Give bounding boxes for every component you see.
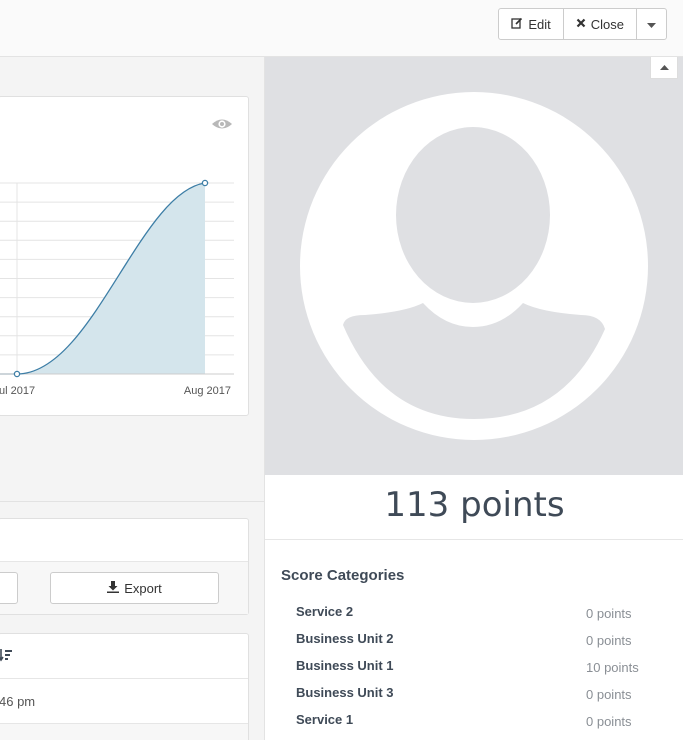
edit-icon <box>511 17 523 32</box>
left-column: ul 2017 Aug 2017 Export 46 pm <box>0 57 264 740</box>
list-item: Business Unit 1 10 points <box>296 658 646 685</box>
export-label: Export <box>124 580 162 596</box>
row-time: 46 pm <box>0 694 36 709</box>
default-user-avatar-icon <box>300 92 648 440</box>
category-score: 0 points <box>586 633 632 648</box>
category-score: 0 points <box>586 687 632 702</box>
category-name: Service 2 <box>296 604 354 619</box>
data-point <box>201 179 209 187</box>
section-divider <box>0 501 264 502</box>
points-divider <box>265 539 683 540</box>
edit-button[interactable]: Edit <box>499 9 564 39</box>
points-history-chart-panel: ul 2017 Aug 2017 <box>0 96 249 416</box>
category-score: 0 points <box>586 714 632 729</box>
export-button[interactable]: Export <box>50 572 219 604</box>
score-categories-title: Score Categories <box>281 567 405 584</box>
table-row-stub <box>0 724 248 740</box>
profile-column: 113 points Score Categories Service 2 0 p… <box>264 57 683 740</box>
more-actions-dropdown-button[interactable] <box>637 9 666 39</box>
export-panel-body: Export <box>0 562 248 614</box>
category-name: Business Unit 3 <box>296 685 394 700</box>
action-button-group: Edit Close <box>498 8 667 40</box>
category-name: Service 1 <box>296 712 354 727</box>
collapse-button[interactable] <box>650 57 678 79</box>
export-panel: Export <box>0 518 249 615</box>
close-label: Close <box>590 16 624 32</box>
edit-label: Edit <box>528 16 551 32</box>
eye-icon[interactable] <box>211 117 233 136</box>
caret-down-icon <box>647 17 656 32</box>
partial-button[interactable] <box>0 572 18 604</box>
points-chart: ul 2017 Aug 2017 <box>0 179 234 397</box>
category-score: 0 points <box>586 606 632 621</box>
close-icon <box>576 17 586 31</box>
x-tick-label: ul 2017 <box>0 385 35 397</box>
activity-table-panel: 46 pm <box>0 633 249 740</box>
top-bar: Edit Close <box>0 0 683 57</box>
export-panel-header <box>0 519 248 562</box>
list-item: Business Unit 2 0 points <box>296 631 646 658</box>
list-item: Service 2 0 points <box>296 604 646 631</box>
category-score: 10 points <box>586 660 639 675</box>
caret-up-icon <box>659 63 669 73</box>
x-tick-label: Aug 2017 <box>184 385 231 397</box>
category-name: Business Unit 1 <box>296 658 394 673</box>
table-header-row <box>0 634 248 679</box>
table-row: 46 pm <box>0 679 248 724</box>
list-item: Business Unit 3 0 points <box>296 685 646 712</box>
close-button[interactable]: Close <box>564 9 637 39</box>
avatar <box>265 57 683 475</box>
download-icon <box>107 580 120 596</box>
data-point <box>13 370 21 378</box>
total-points: 113 points <box>384 485 565 525</box>
sort-icon[interactable] <box>0 649 12 667</box>
category-name: Business Unit 2 <box>296 631 394 646</box>
score-categories-list: Service 2 0 points Business Unit 2 0 points… <box>296 604 646 739</box>
list-item: Service 1 0 points <box>296 712 646 739</box>
